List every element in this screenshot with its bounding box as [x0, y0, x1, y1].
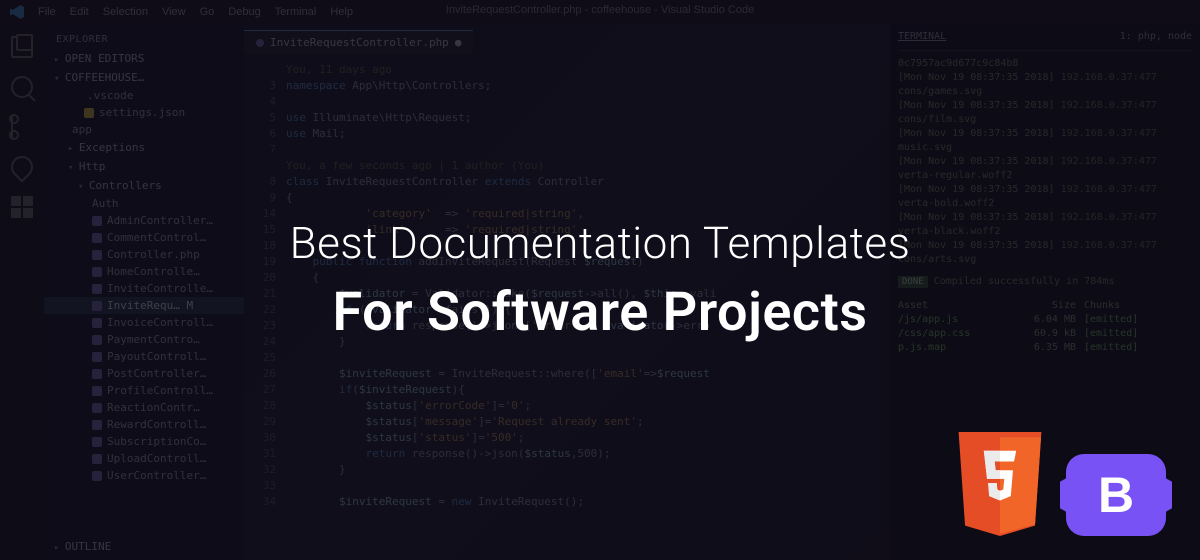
tech-logos: B: [954, 432, 1166, 536]
hero-subtitle: Best Documentation Templates: [290, 217, 911, 269]
html5-logo-icon: [954, 432, 1046, 536]
bootstrap-logo-icon: B: [1066, 454, 1166, 536]
bootstrap-b-letter: B: [1098, 470, 1134, 520]
hero-title: For Software Projects: [333, 281, 868, 344]
